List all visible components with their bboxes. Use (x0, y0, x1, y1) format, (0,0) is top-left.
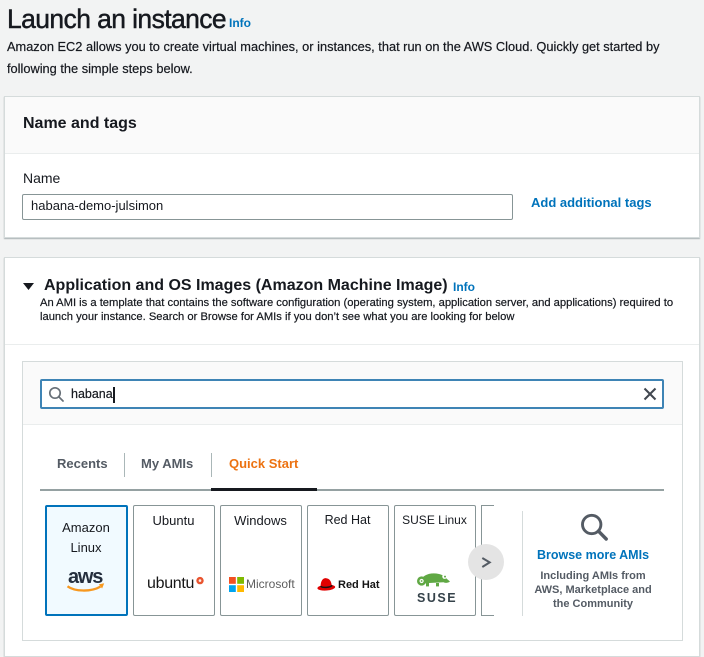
svg-text:ubuntu: ubuntu (147, 575, 194, 592)
svg-text:aws: aws (68, 567, 103, 588)
